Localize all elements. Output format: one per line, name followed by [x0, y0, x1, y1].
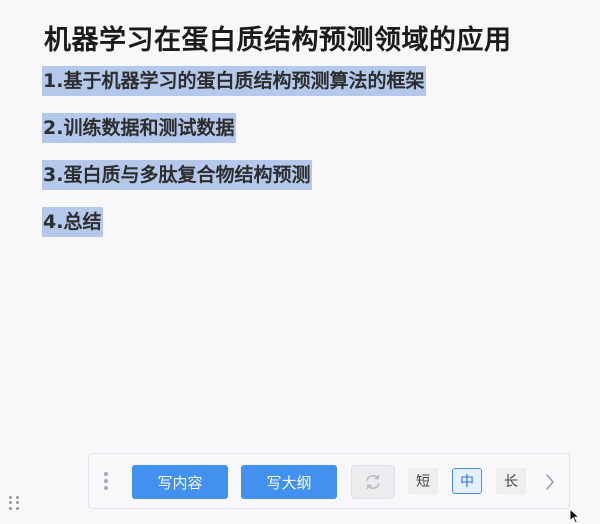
write-outline-button[interactable]: 写大纲 — [241, 465, 337, 499]
document-title: 机器学习在蛋白质结构预测领域的应用 — [44, 25, 512, 56]
refresh-icon — [366, 474, 380, 490]
length-medium-button[interactable]: 中 — [452, 468, 482, 494]
outline-item-1[interactable]: 1.基于机器学习的蛋白质结构预测算法的框架 — [42, 66, 427, 96]
outline-item-4[interactable]: 4.总结 — [42, 207, 104, 237]
refresh-button[interactable] — [351, 465, 395, 499]
outline-list: 1.基于机器学习的蛋白质结构预测算法的框架 2.训练数据和测试数据 3.蛋白质与… — [42, 66, 427, 254]
length-long-button[interactable]: 长 — [496, 468, 526, 494]
ai-writing-toolbar: 写内容 写大纲 短 中 长 — [88, 453, 570, 509]
mouse-cursor-icon — [569, 508, 581, 524]
length-short-button[interactable]: 短 — [408, 468, 438, 494]
outline-item-2[interactable]: 2.训练数据和测试数据 — [42, 113, 237, 143]
toolbar-drag-handle-icon[interactable] — [104, 472, 108, 490]
next-button[interactable] — [541, 470, 559, 494]
write-content-button[interactable]: 写内容 — [132, 465, 228, 499]
outline-item-3[interactable]: 3.蛋白质与多肽复合物结构预测 — [42, 160, 313, 190]
block-drag-handle-icon[interactable] — [9, 496, 21, 510]
chevron-right-icon — [546, 474, 554, 490]
